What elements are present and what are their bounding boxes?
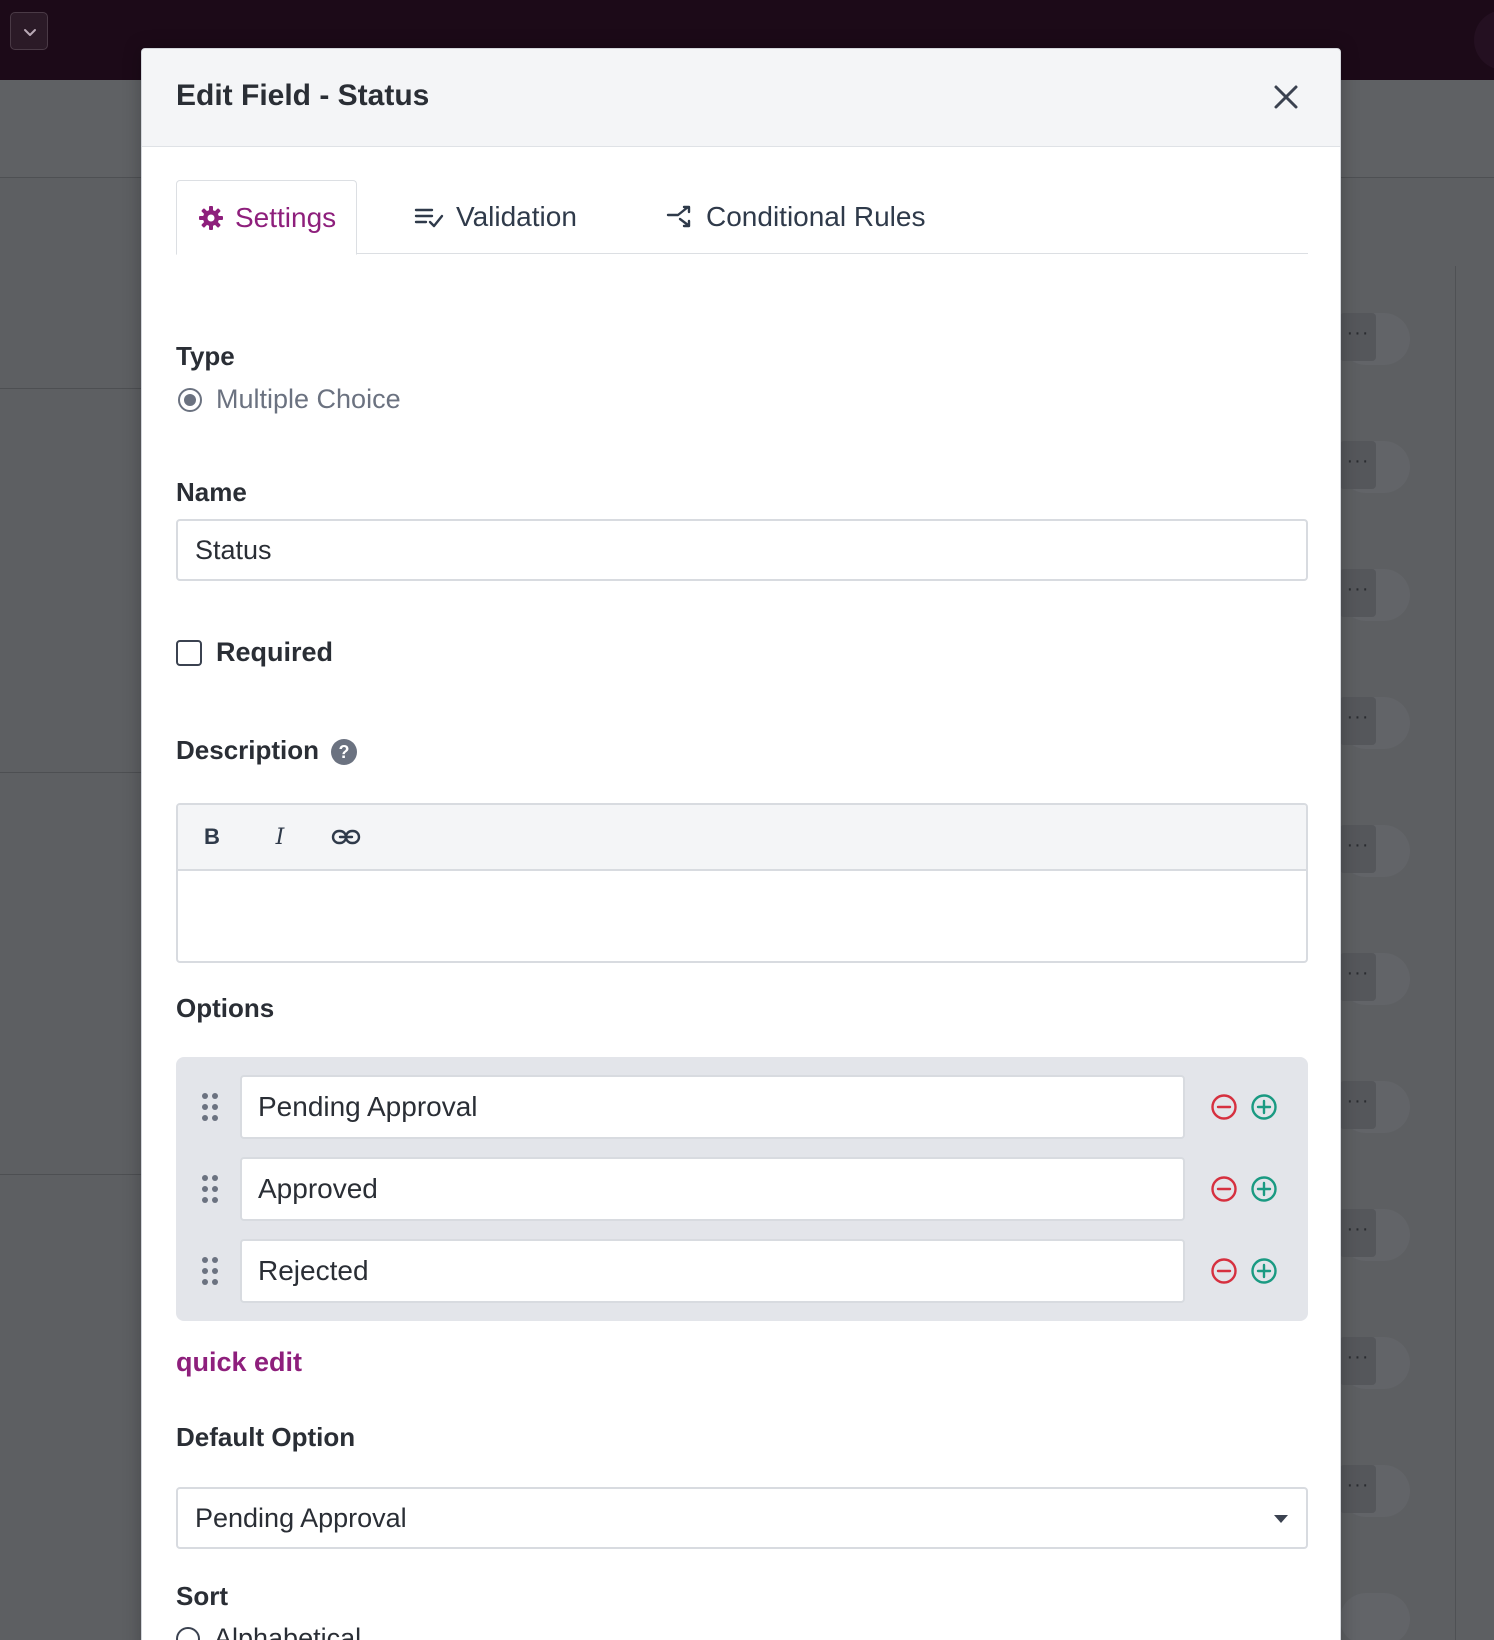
more-icon: ··· (1340, 1209, 1376, 1257)
tab-settings[interactable]: Settings (176, 180, 358, 255)
tab-conditional-rules-label: Conditional Rules (706, 201, 926, 232)
add-option-icon[interactable] (1250, 1175, 1278, 1203)
gear-icon (199, 205, 223, 230)
description-label-row: Description? (176, 735, 358, 766)
more-icon: ··· (1340, 953, 1376, 1001)
option-row: Approved (176, 1157, 1308, 1221)
default-option-value: Pending Approval (195, 1502, 407, 1533)
more-icon: ··· (1340, 1337, 1376, 1385)
description-label: Description (176, 735, 320, 765)
required-label: Required (216, 637, 334, 667)
radio-checked-icon (178, 387, 202, 412)
close-button[interactable] (1268, 79, 1304, 115)
option-input[interactable]: Rejected (240, 1239, 1185, 1303)
italic-button[interactable]: I (262, 819, 298, 855)
more-icon: ··· (1340, 569, 1376, 617)
option-row: Rejected (176, 1239, 1308, 1303)
description-text-area[interactable] (178, 871, 1306, 961)
name-label: Name (176, 477, 247, 507)
type-label: Type (176, 341, 235, 371)
caret-down-icon (1274, 1515, 1288, 1523)
required-row: Required (176, 637, 333, 668)
app-menu-button[interactable] (10, 12, 48, 50)
edit-field-modal: Edit Field - Status Settings Validation … (141, 48, 1341, 1640)
description-editor: B I (176, 803, 1308, 963)
tab-conditional-rules[interactable]: Conditional Rules (666, 180, 925, 254)
branch-arrow-icon (666, 205, 691, 228)
option-row: Pending Approval (176, 1075, 1308, 1139)
sort-option-label: Alphabetical (214, 1623, 362, 1640)
required-checkbox[interactable] (176, 639, 202, 666)
options-list: Pending Approval Approved Rejected (176, 1057, 1308, 1321)
add-option-icon[interactable] (1250, 1093, 1278, 1121)
remove-option-icon[interactable] (1210, 1175, 1238, 1203)
more-icon: ··· (1340, 441, 1376, 489)
default-option-select[interactable]: Pending Approval (176, 1487, 1308, 1549)
name-input[interactable]: Status (176, 519, 1308, 581)
help-icon[interactable]: ? (331, 739, 358, 766)
add-option-icon[interactable] (1250, 1257, 1278, 1285)
quick-edit-link[interactable]: quick edit (176, 1347, 302, 1378)
tab-validation-label: Validation (456, 201, 577, 232)
more-icon: ··· (1340, 1465, 1376, 1513)
type-value: Multiple Choice (216, 384, 401, 414)
modal-title: Edit Field - Status (176, 79, 430, 112)
options-label: Options (176, 993, 275, 1023)
app-left-panel (0, 178, 142, 1640)
editor-toolbar: B I (178, 805, 1306, 871)
app-right-panel: ··· ··· ··· ··· ··· ··· ··· ··· ··· ··· (1340, 178, 1494, 1640)
more-icon: ··· (1340, 697, 1376, 745)
close-icon (1274, 85, 1298, 109)
option-input[interactable]: Pending Approval (240, 1075, 1185, 1139)
radio-unchecked-icon[interactable] (176, 1626, 200, 1640)
chevron-down-icon (24, 29, 36, 36)
modal-header: Edit Field - Status (142, 49, 1340, 147)
tab-settings-label: Settings (235, 201, 337, 233)
option-input[interactable]: Approved (240, 1157, 1185, 1221)
list-check-icon (414, 208, 444, 228)
drag-handle-icon[interactable] (200, 1091, 220, 1123)
type-radio-multiple-choice: Multiple Choice (178, 384, 401, 415)
bold-button[interactable]: B (194, 819, 230, 855)
default-option-label: Default Option (176, 1422, 356, 1452)
drag-handle-icon[interactable] (200, 1173, 220, 1205)
drag-handle-icon[interactable] (200, 1255, 220, 1287)
more-icon: ··· (1340, 313, 1376, 361)
more-icon: ··· (1340, 1081, 1376, 1129)
tab-bar: Settings Validation Conditional Rules (176, 180, 1308, 255)
remove-option-icon[interactable] (1210, 1257, 1238, 1285)
link-icon (331, 829, 361, 845)
link-button[interactable] (328, 819, 364, 855)
remove-option-icon[interactable] (1210, 1093, 1238, 1121)
more-icon: ··· (1340, 825, 1376, 873)
tab-validation[interactable]: Validation (414, 180, 577, 254)
avatar[interactable] (1474, 10, 1494, 70)
sort-label: Sort (176, 1581, 228, 1611)
sort-radio-alphabetical[interactable]: Alphabetical (176, 1623, 361, 1640)
